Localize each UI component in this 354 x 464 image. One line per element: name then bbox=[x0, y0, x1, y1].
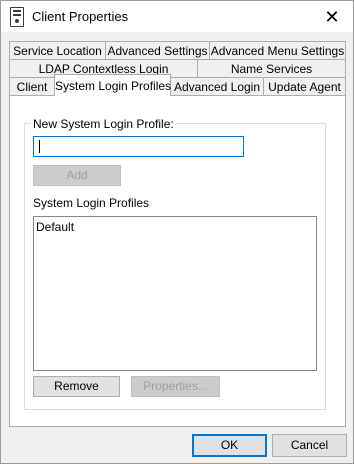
tab-client[interactable]: Client bbox=[9, 77, 55, 95]
add-button[interactable]: Add bbox=[33, 165, 121, 186]
profiles-list-label: System Login Profiles bbox=[33, 196, 150, 210]
ok-button[interactable]: OK bbox=[192, 434, 267, 457]
tab-service-location[interactable]: Service Location bbox=[9, 41, 106, 59]
remove-button[interactable]: Remove bbox=[33, 376, 120, 397]
tab-advanced-settings[interactable]: Advanced Settings bbox=[105, 41, 210, 59]
profiles-listbox[interactable]: Default bbox=[33, 216, 317, 371]
tab-advanced-menu-settings[interactable]: Advanced Menu Settings bbox=[209, 41, 346, 59]
tab-update-agent[interactable]: Update Agent bbox=[263, 77, 346, 95]
properties-button[interactable]: Properties... bbox=[131, 376, 220, 397]
window-title: Client Properties bbox=[32, 9, 129, 24]
title-bar[interactable]: Client Properties ✕ bbox=[1, 1, 353, 32]
tab-advanced-login[interactable]: Advanced Login bbox=[170, 77, 264, 95]
tab-name-services[interactable]: Name Services bbox=[197, 59, 346, 77]
client-properties-dialog: Client Properties ✕ Service Location Adv… bbox=[0, 0, 354, 464]
list-item[interactable]: Default bbox=[36, 220, 74, 234]
new-profile-input[interactable] bbox=[33, 136, 244, 157]
client-app-icon bbox=[10, 7, 24, 27]
group-label: New System Login Profile: bbox=[31, 117, 176, 131]
tab-system-login-profiles[interactable]: System Login Profiles bbox=[54, 74, 171, 96]
close-icon[interactable]: ✕ bbox=[317, 4, 347, 30]
cancel-button[interactable]: Cancel bbox=[272, 434, 347, 457]
text-caret bbox=[39, 140, 40, 153]
